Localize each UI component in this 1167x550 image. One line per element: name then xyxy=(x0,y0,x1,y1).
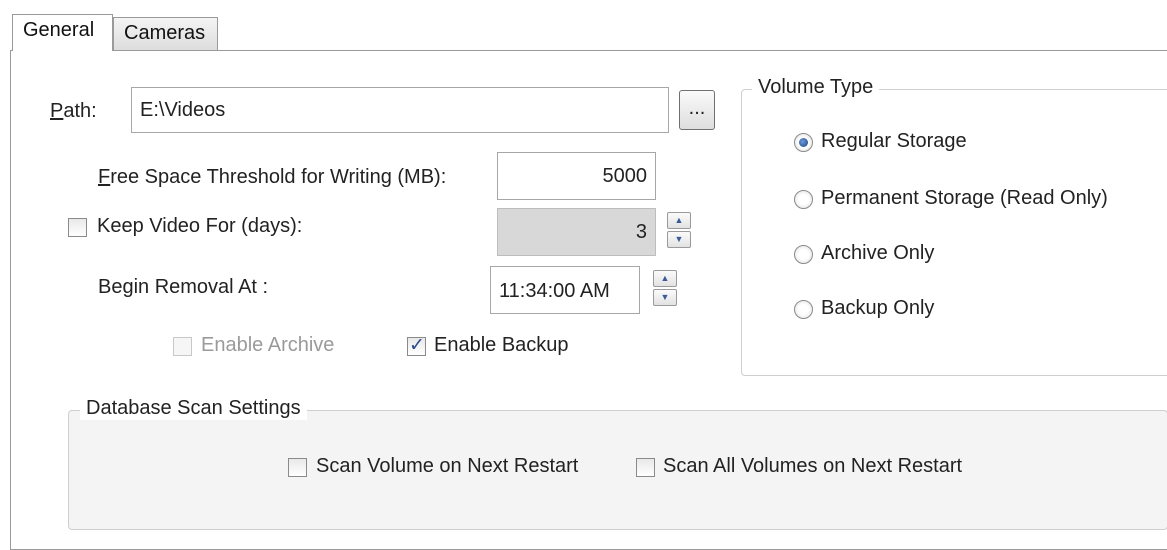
scan-volume-checkbox[interactable] xyxy=(288,458,307,477)
free-space-value: 5000 xyxy=(602,165,648,187)
spin-up-icon[interactable]: ▲ xyxy=(667,212,691,229)
free-space-label-rest: ree Space Threshold for Writing (MB): xyxy=(110,166,447,188)
begin-removal-label: Begin Removal At : xyxy=(98,276,269,298)
path-label-mnemonic: P xyxy=(50,100,64,122)
begin-removal-spinner[interactable]: ▲ ▼ xyxy=(653,270,677,306)
path-input-value: E:\Videos xyxy=(140,99,226,121)
tab-cameras-label: Cameras xyxy=(124,22,206,44)
browse-button-label: ... xyxy=(688,97,706,119)
path-label-rest: ath: xyxy=(63,100,97,122)
keep-video-days-value: 3 xyxy=(635,221,647,243)
enable-backup-checkbox[interactable] xyxy=(407,334,426,357)
database-scan-group xyxy=(68,410,1167,530)
backup-only-label: Backup Only xyxy=(821,297,935,319)
scan-all-volumes-label: Scan All Volumes on Next Restart xyxy=(663,455,963,477)
permanent-storage-radio[interactable] xyxy=(794,190,813,209)
keep-video-checkbox[interactable] xyxy=(68,218,87,237)
archive-only-label: Archive Only xyxy=(821,242,935,264)
free-space-input[interactable]: 5000 xyxy=(497,152,656,200)
backup-only-radio[interactable] xyxy=(794,300,813,319)
spin-down-icon[interactable]: ▼ xyxy=(667,231,691,248)
keep-video-spinner[interactable]: ▲ ▼ xyxy=(667,212,691,248)
tab-general[interactable]: General xyxy=(12,14,113,51)
begin-removal-time-value: 11:34:00 AM xyxy=(499,280,610,302)
path-input[interactable]: E:\Videos xyxy=(131,87,669,133)
enable-backup-label: Enable Backup xyxy=(434,334,569,356)
permanent-storage-label: Permanent Storage (Read Only) xyxy=(821,187,1108,209)
browse-button[interactable]: ... xyxy=(679,90,715,130)
path-label: Path: xyxy=(50,100,97,123)
time-spin-up-icon[interactable]: ▲ xyxy=(653,270,677,287)
time-spin-down-icon[interactable]: ▼ xyxy=(653,289,677,306)
keep-video-days-input[interactable]: 3 xyxy=(497,208,656,256)
tab-general-label: General xyxy=(23,19,95,41)
regular-storage-label: Regular Storage xyxy=(821,130,967,152)
keep-video-label: Keep Video For (days): xyxy=(97,215,303,237)
tab-cameras[interactable]: Cameras xyxy=(113,17,218,51)
archive-only-radio[interactable] xyxy=(794,245,813,264)
volume-type-title: Volume Type xyxy=(752,76,880,99)
free-space-label: Free Space Threshold for Writing (MB): xyxy=(98,166,446,189)
begin-removal-time-input[interactable]: 11:34:00 AM xyxy=(490,266,640,314)
free-space-label-mnemonic: F xyxy=(98,166,111,188)
regular-storage-radio[interactable] xyxy=(794,133,813,152)
scan-volume-label: Scan Volume on Next Restart xyxy=(316,455,579,477)
enable-archive-label: Enable Archive xyxy=(201,334,335,356)
scan-all-volumes-checkbox[interactable] xyxy=(636,458,655,477)
database-scan-title: Database Scan Settings xyxy=(80,397,307,420)
enable-archive-checkbox[interactable] xyxy=(173,337,192,356)
